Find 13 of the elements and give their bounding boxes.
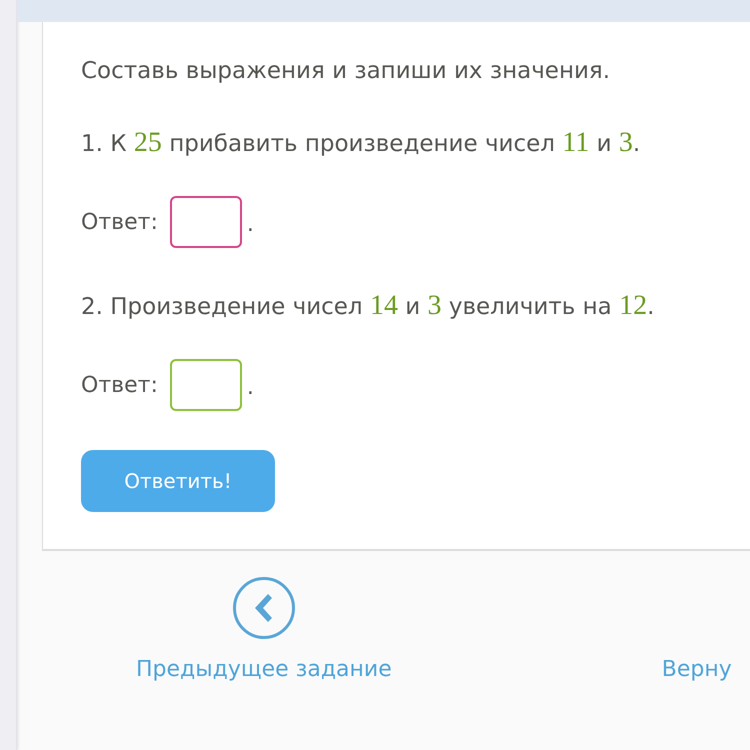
submit-button[interactable]: Ответить! (81, 450, 275, 512)
nav-link[interactable]: Верну (662, 655, 732, 685)
previous-task-link[interactable]: Предыдущее задание (136, 577, 392, 685)
answer-label: Ответ: (81, 210, 158, 234)
period-text: . (246, 374, 254, 402)
task-question: 2. Произведение чисел 14 и 3 увеличить на 12. (81, 291, 656, 322)
answer-label: Ответ: (81, 372, 158, 398)
circled-chevron-left-icon[interactable] (232, 577, 295, 639)
answer-box[interactable] (170, 359, 242, 411)
period-text: . (246, 211, 254, 239)
task-question: 1. К 25 прибавить произведение чисел 11 и 3. (81, 128, 642, 159)
task-instruction: Составь выражения и запиши их значения. (81, 57, 612, 86)
answer-box[interactable] (170, 196, 242, 248)
